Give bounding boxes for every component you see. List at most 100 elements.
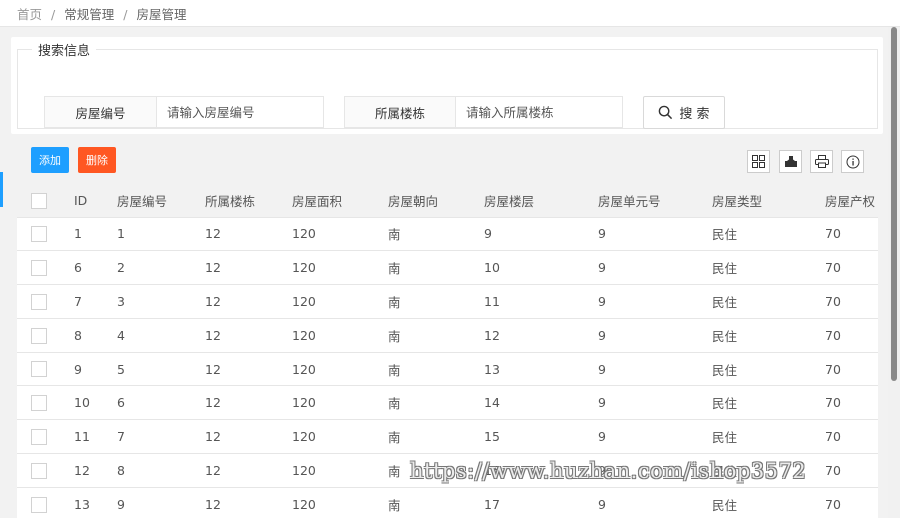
breadcrumb-separator: / [123, 7, 128, 22]
table-cell: 8 [117, 453, 205, 488]
building-label: 所属楼栋 [345, 97, 456, 127]
table-cell: 南 [388, 419, 484, 455]
table-cell: 民住 [712, 250, 825, 286]
table-cell: 120 [292, 419, 388, 455]
row-select-cell [17, 385, 74, 421]
row-checkbox[interactable] [31, 395, 47, 412]
scrollbar-thumb[interactable] [891, 27, 897, 381]
breadcrumb-bar: 首页 / 常规管理 / 房屋管理 [0, 0, 900, 27]
table-cell: 70 [825, 318, 878, 353]
table-cell: 2 [117, 250, 205, 286]
table-cell: 70 [825, 487, 878, 518]
table-cell: 南 [388, 217, 484, 252]
sidebar-active-indicator [0, 172, 3, 207]
search-button[interactable]: 搜 索 [643, 96, 725, 129]
row-checkbox[interactable] [31, 428, 47, 445]
row-checkbox[interactable] [31, 496, 47, 513]
table-cell: 民住 [712, 284, 825, 319]
search-button-label: 搜 索 [679, 107, 710, 122]
select-all-checkbox[interactable] [31, 192, 47, 209]
breadcrumb-general-link[interactable]: 常规管理 [64, 7, 114, 22]
table-cell: 9 [598, 318, 712, 353]
row-select-cell [17, 352, 74, 387]
table-cell: 120 [292, 487, 388, 518]
table-row[interactable]: 6 2 12 120 南 10 9 民住 70 [17, 250, 878, 286]
row-checkbox[interactable] [31, 361, 47, 378]
column-header[interactable]: 房屋楼层 [484, 184, 598, 218]
row-select-cell [17, 318, 74, 353]
column-header[interactable]: 房屋朝向 [388, 184, 484, 218]
building-input[interactable] [456, 97, 622, 127]
column-header[interactable]: 所属楼栋 [205, 184, 292, 218]
table-cell: 70 [825, 352, 878, 387]
table-cell: 9 [598, 487, 712, 518]
table-cell: 6 [117, 385, 205, 421]
table-cell: 南 [388, 352, 484, 387]
print-icon[interactable] [810, 150, 833, 173]
column-header[interactable]: 房屋单元号 [598, 184, 712, 218]
table-cell: 120 [292, 217, 388, 252]
table-cell: 9 [598, 284, 712, 319]
table-cell: 120 [292, 250, 388, 286]
table-cell: 9 [484, 217, 598, 252]
row-select-cell [17, 217, 74, 252]
house-number-input[interactable] [157, 97, 323, 127]
table-cell: 120 [292, 453, 388, 488]
table-cell: 120 [292, 284, 388, 319]
table-cell: 11 [74, 419, 117, 455]
breadcrumb: 首页 / 常规管理 / 房屋管理 [17, 4, 186, 23]
breadcrumb-separator: / [51, 7, 56, 22]
table-cell: 15 [484, 419, 598, 455]
table-cell: 9 [598, 419, 712, 455]
row-select-cell [17, 487, 74, 518]
search-fieldset: 搜索信息 房屋编号 所属楼栋 搜 索 [17, 40, 878, 129]
row-checkbox[interactable] [31, 259, 47, 276]
table-row[interactable]: 10 6 12 120 南 14 9 民住 70 [17, 385, 878, 421]
row-checkbox[interactable] [31, 293, 47, 310]
table-row[interactable]: 8 4 12 120 南 12 9 民住 70 [17, 318, 878, 353]
column-header[interactable]: ID [74, 184, 117, 218]
table-cell: 南 [388, 284, 484, 319]
table-cell: 3 [117, 284, 205, 319]
row-checkbox[interactable] [31, 226, 47, 243]
vertical-scrollbar[interactable] [888, 27, 900, 518]
delete-button[interactable]: 删除 [78, 147, 116, 173]
table-cell: 70 [825, 284, 878, 319]
table-cell: 民住 [712, 487, 825, 518]
table-cell: 南 [388, 318, 484, 353]
table-cell: 7 [117, 419, 205, 455]
table-row[interactable]: 11 7 12 120 南 15 9 民住 70 [17, 419, 878, 455]
house-number-label: 房屋编号 [45, 97, 157, 127]
table-row[interactable]: 13 9 12 120 南 17 9 民住 70 [17, 487, 878, 518]
table-cell: 7 [74, 284, 117, 319]
add-button[interactable]: 添加 [31, 147, 69, 173]
table-cell: 10 [484, 250, 598, 286]
table-cell: 12 [205, 318, 292, 353]
row-select-cell [17, 453, 74, 488]
column-header[interactable]: 房屋类型 [712, 184, 825, 218]
table-row[interactable]: 7 3 12 120 南 11 9 民住 70 [17, 284, 878, 319]
column-header[interactable]: 房屋编号 [117, 184, 205, 218]
table-row[interactable]: 9 5 12 120 南 13 9 民住 70 [17, 352, 878, 387]
table-cell: 12 [205, 453, 292, 488]
export-icon[interactable] [779, 150, 802, 173]
table-cell: 9 [598, 385, 712, 421]
table-cell: 南 [388, 385, 484, 421]
column-header[interactable]: 房屋面积 [292, 184, 388, 218]
breadcrumb-home-link[interactable]: 首页 [17, 7, 42, 22]
table-cell: 12 [205, 385, 292, 421]
row-checkbox[interactable] [31, 327, 47, 344]
table-row[interactable]: 1 1 12 120 南 9 9 民住 70 [17, 217, 878, 252]
select-all-cell [17, 184, 74, 218]
table-cell: 民住 [712, 419, 825, 455]
row-checkbox[interactable] [31, 462, 47, 479]
table-cell: 12 [205, 419, 292, 455]
column-header[interactable]: 房屋产权 [825, 184, 878, 218]
table-cell: 12 [205, 217, 292, 252]
columns-icon[interactable] [747, 150, 770, 173]
table-cell: 6 [74, 250, 117, 286]
table-cell: 民住 [712, 352, 825, 387]
table-cell: 12 [74, 453, 117, 488]
table-toolbar: 添加 删除 [17, 137, 878, 184]
info-icon[interactable] [841, 150, 864, 173]
